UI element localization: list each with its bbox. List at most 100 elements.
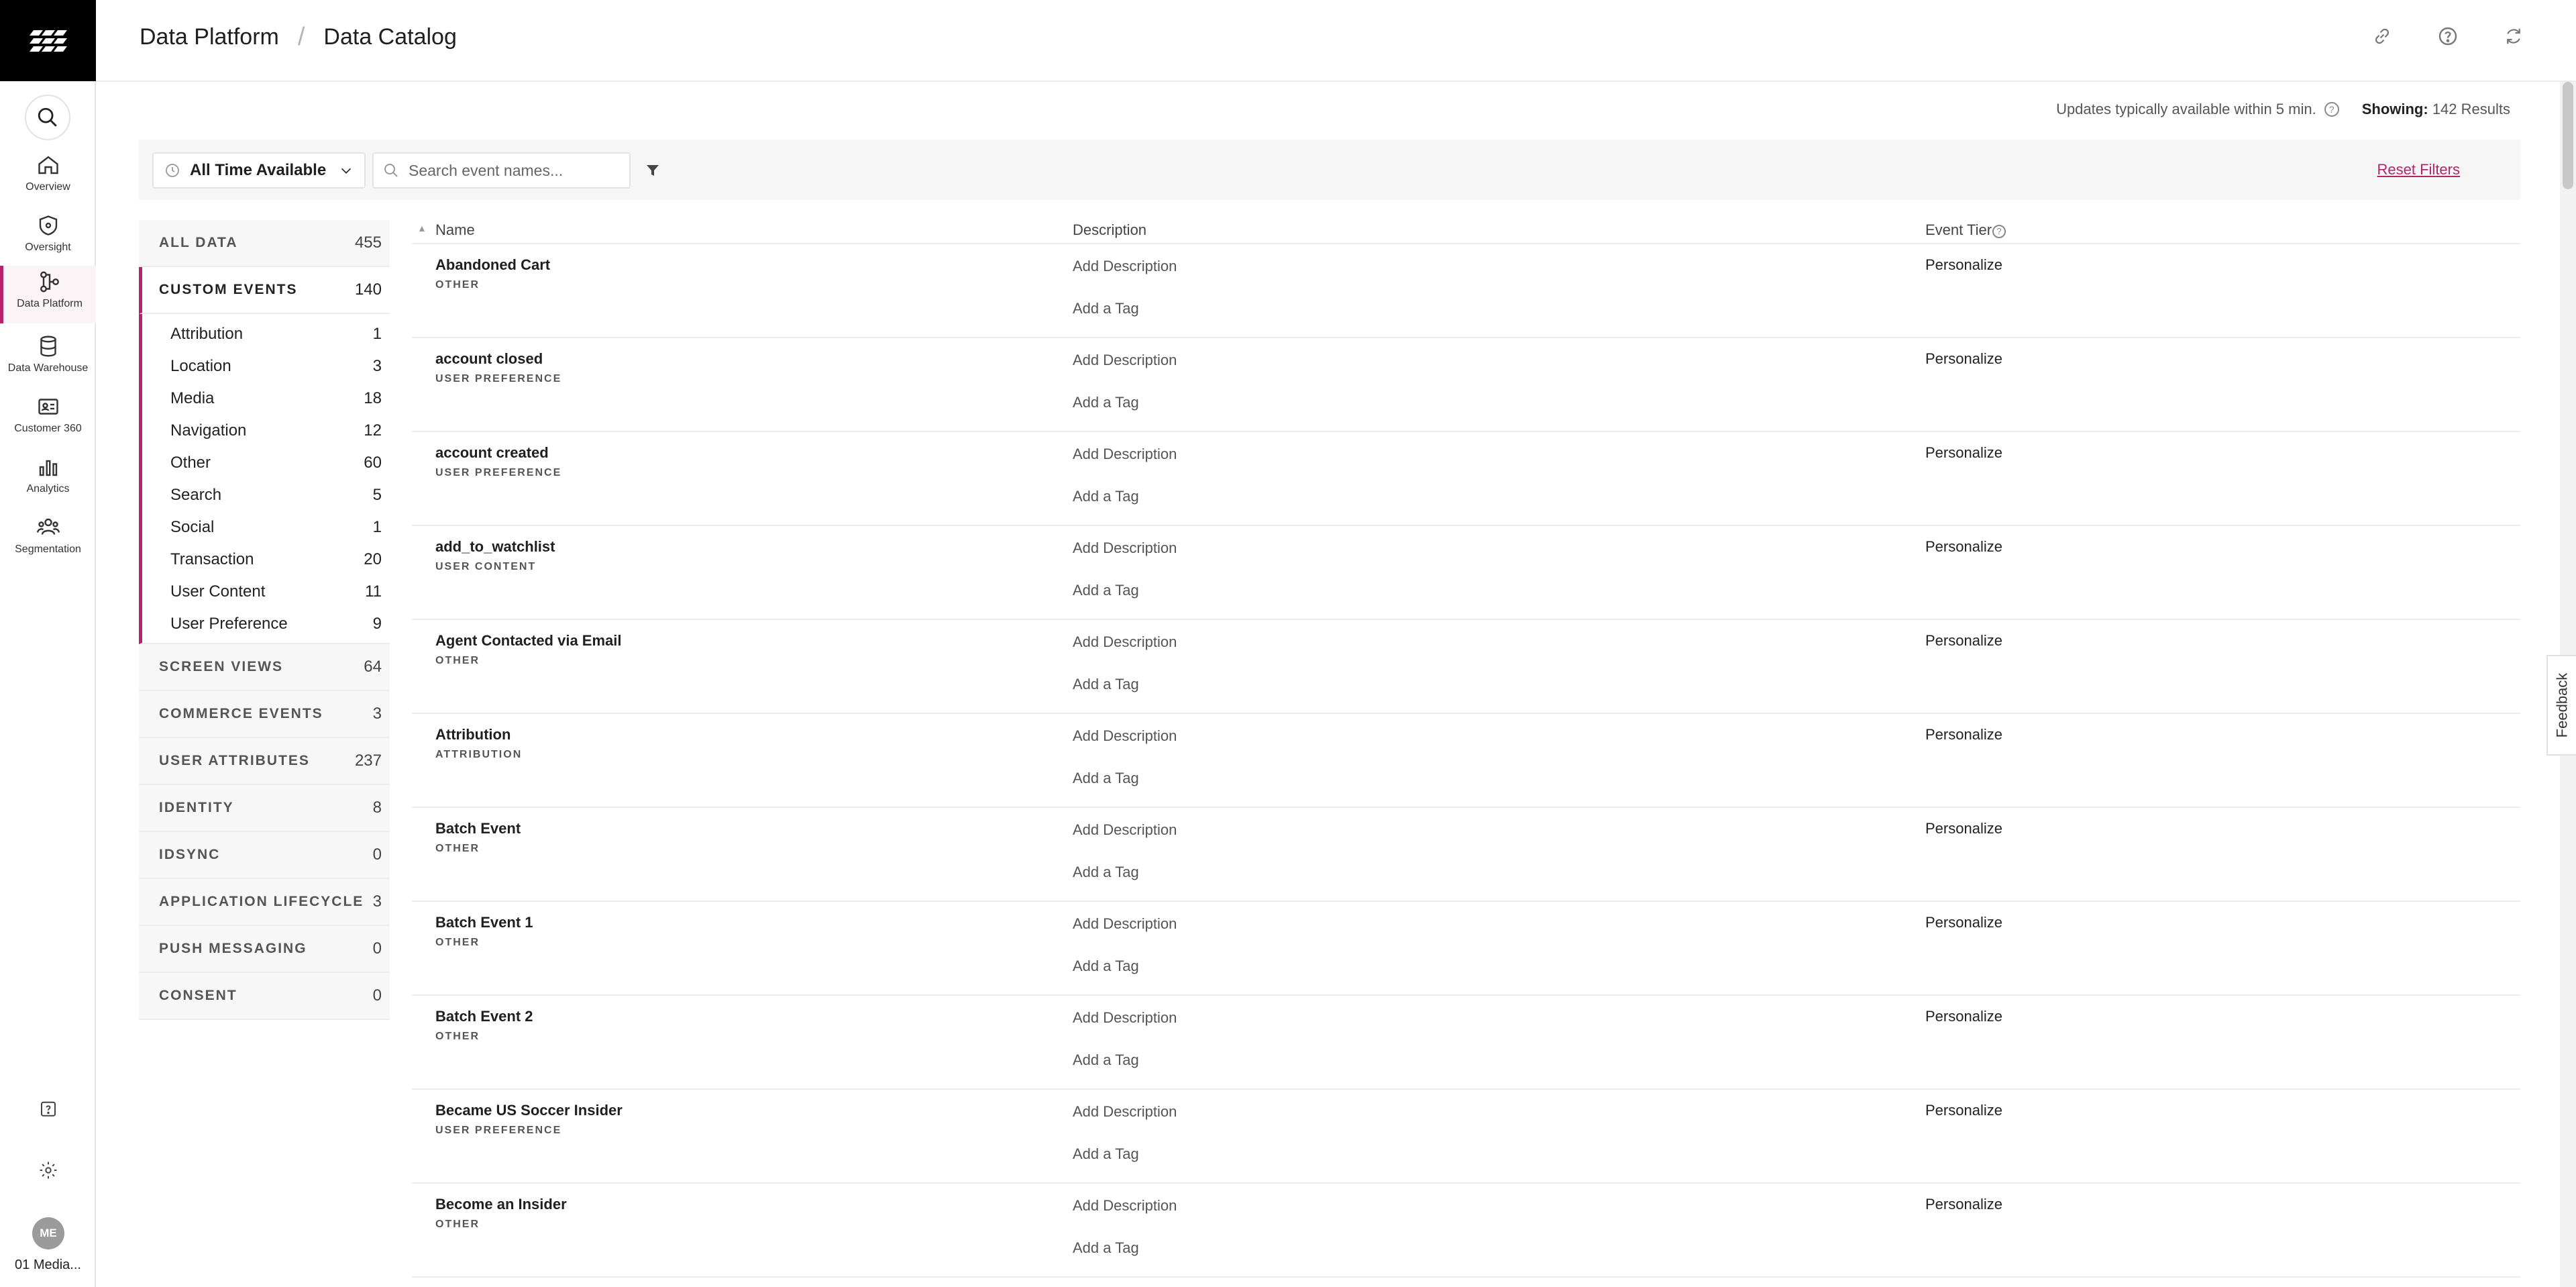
settings-button[interactable] — [38, 1160, 59, 1181]
add-tag-link[interactable]: Add a Tag — [1073, 300, 1139, 317]
event-name[interactable]: add_to_watchlist — [435, 538, 555, 556]
add-description-link[interactable]: Add Description — [1073, 539, 1177, 557]
info-help-icon[interactable]: ? — [2324, 102, 2339, 117]
table-row[interactable]: Abandoned Cart OTHER Add Description Add a … — [412, 244, 2520, 338]
avatar[interactable]: ME — [32, 1217, 64, 1249]
add-tag-link[interactable]: Add a Tag — [1073, 864, 1139, 881]
add-description-link[interactable]: Add Description — [1073, 352, 1177, 369]
event-name[interactable]: Became US Soccer Insider — [435, 1102, 623, 1119]
event-name[interactable]: Abandoned Cart — [435, 256, 550, 274]
add-description-link[interactable]: Add Description — [1073, 727, 1177, 745]
column-header-name[interactable]: Name — [435, 221, 475, 239]
table-row[interactable]: Batch Event 2 OTHER Add Description Add a T… — [412, 996, 2520, 1090]
table-row[interactable]: add_to_watchlist USER CONTENT Add Descript… — [412, 526, 2520, 620]
search-input[interactable] — [409, 161, 610, 180]
subcategory-item[interactable]: Attribution 1 — [142, 318, 390, 350]
subcategory-item[interactable]: User Content 11 — [142, 576, 390, 608]
reset-filters-link[interactable]: Reset Filters — [2377, 161, 2460, 178]
add-description-link[interactable]: Add Description — [1073, 258, 1177, 275]
add-tag-link[interactable]: Add a Tag — [1073, 1051, 1139, 1069]
add-tag-link[interactable]: Add a Tag — [1073, 958, 1139, 975]
category-identity[interactable]: IDENTITY 8 — [139, 785, 390, 832]
category-screen-views[interactable]: SCREEN VIEWS 64 — [139, 644, 390, 691]
table-row[interactable]: Became US Soccer Insider USER PREFERENCE A… — [412, 1090, 2520, 1184]
rail-item-oversight[interactable]: Oversight — [0, 209, 96, 267]
rail-item-overview[interactable]: Overview — [0, 149, 96, 207]
add-tag-link[interactable]: Add a Tag — [1073, 1145, 1139, 1163]
event-name[interactable]: account closed — [435, 350, 543, 368]
event-name[interactable]: Become an Insider — [435, 1196, 567, 1213]
add-description-link[interactable]: Add Description — [1073, 821, 1177, 839]
breadcrumb-parent[interactable]: Data Platform — [140, 24, 279, 50]
subcategory-item[interactable]: User Preference 9 — [142, 608, 390, 640]
event-tier-value[interactable]: Personalize — [1925, 256, 2002, 274]
add-tag-link[interactable]: Add a Tag — [1073, 1239, 1139, 1257]
scrollbar-thumb[interactable] — [2563, 82, 2573, 189]
add-description-link[interactable]: Add Description — [1073, 446, 1177, 463]
category-all-data[interactable]: ALL DATA 455 — [139, 220, 390, 267]
help-button[interactable] — [2436, 24, 2460, 48]
event-tier-value[interactable]: Personalize — [1925, 914, 2002, 931]
event-name[interactable]: Batch Event — [435, 820, 521, 837]
event-name[interactable]: Attribution — [435, 726, 511, 743]
table-row[interactable]: account closed USER PREFERENCE Add Descrip… — [412, 338, 2520, 432]
category-user-attributes[interactable]: USER ATTRIBUTES 237 — [139, 738, 390, 785]
event-search-box[interactable] — [372, 152, 631, 189]
event-name[interactable]: Agent Contacted via Email — [435, 632, 622, 650]
table-row[interactable]: Attribution ATTRIBUTION Add Description Add… — [412, 714, 2520, 808]
add-tag-link[interactable]: Add a Tag — [1073, 394, 1139, 411]
event-tier-value[interactable]: Personalize — [1925, 538, 2002, 556]
add-description-link[interactable]: Add Description — [1073, 915, 1177, 933]
category-application-lifecycle[interactable]: APPLICATION LIFECYCLE 3 — [139, 879, 390, 926]
subcategory-item[interactable]: Location 3 — [142, 350, 390, 382]
rail-item-analytics[interactable]: Analytics — [0, 451, 96, 509]
category-push-messaging[interactable]: PUSH MESSAGING 0 — [139, 926, 390, 973]
event-name[interactable]: Batch Event 2 — [435, 1008, 533, 1025]
subcategory-item[interactable]: Media 18 — [142, 382, 390, 415]
filter-button[interactable] — [643, 161, 662, 180]
category-consent[interactable]: CONSENT 0 — [139, 973, 390, 1020]
rail-item-customer-360[interactable]: Customer 360 — [0, 391, 96, 448]
event-tier-value[interactable]: Personalize — [1925, 1102, 2002, 1119]
rail-item-data-warehouse[interactable]: Data Warehouse — [0, 330, 96, 388]
add-tag-link[interactable]: Add a Tag — [1073, 488, 1139, 505]
subcategory-item[interactable]: Search 5 — [142, 479, 390, 511]
table-row[interactable]: account created USER PREFERENCE Add Descri… — [412, 432, 2520, 526]
event-tier-value[interactable]: Personalize — [1925, 1008, 2002, 1025]
global-search-button[interactable] — [25, 95, 70, 140]
event-tier-value[interactable]: Personalize — [1925, 632, 2002, 650]
add-tag-link[interactable]: Add a Tag — [1073, 582, 1139, 599]
add-description-link[interactable]: Add Description — [1073, 633, 1177, 651]
table-row[interactable]: Batch Event OTHER Add Description Add a Tag… — [412, 808, 2520, 902]
subcategory-item[interactable]: Transaction 20 — [142, 544, 390, 576]
event-tier-value[interactable]: Personalize — [1925, 1196, 2002, 1213]
category-custom-events[interactable]: CUSTOM EVENTS 140 — [139, 267, 390, 314]
sort-asc-icon[interactable]: ▲ — [417, 223, 427, 234]
brand-logo[interactable] — [0, 0, 96, 81]
table-row[interactable]: Agent Contacted via Email OTHER Add Descri… — [412, 620, 2520, 714]
event-tier-value[interactable]: Personalize — [1925, 444, 2002, 462]
category-commerce-events[interactable]: COMMERCE EVENTS 3 — [139, 691, 390, 738]
event-tier-value[interactable]: Personalize — [1925, 350, 2002, 368]
time-range-select[interactable]: All Time Available — [152, 152, 366, 189]
event-name[interactable]: account created — [435, 444, 549, 462]
rail-item-segmentation[interactable]: Segmentation — [0, 511, 96, 569]
feedback-tab[interactable]: Feedback — [2546, 655, 2576, 756]
subcategory-item[interactable]: Social 1 — [142, 511, 390, 544]
table-row[interactable]: Batch Event 1 OTHER Add Description Add a T… — [412, 902, 2520, 996]
category-idsync[interactable]: IDSYNC 0 — [139, 832, 390, 879]
table-row[interactable]: Become an Insider OTHER Add Description Add… — [412, 1184, 2520, 1278]
add-description-link[interactable]: Add Description — [1073, 1009, 1177, 1027]
add-description-link[interactable]: Add Description — [1073, 1103, 1177, 1121]
help-center-button[interactable] — [38, 1099, 59, 1121]
add-tag-link[interactable]: Add a Tag — [1073, 770, 1139, 787]
add-description-link[interactable]: Add Description — [1073, 1197, 1177, 1215]
subcategory-item[interactable]: Other 60 — [142, 447, 390, 479]
event-tier-value[interactable]: Personalize — [1925, 820, 2002, 837]
event-tier-help-icon[interactable]: ? — [1992, 221, 2006, 238]
copy-link-button[interactable] — [2370, 24, 2394, 48]
refresh-button[interactable] — [2502, 24, 2526, 48]
account-name[interactable]: 01 Media... — [0, 1257, 96, 1273]
subcategory-item[interactable]: Navigation 12 — [142, 415, 390, 447]
rail-item-data-platform[interactable]: Data Platform — [0, 266, 96, 323]
